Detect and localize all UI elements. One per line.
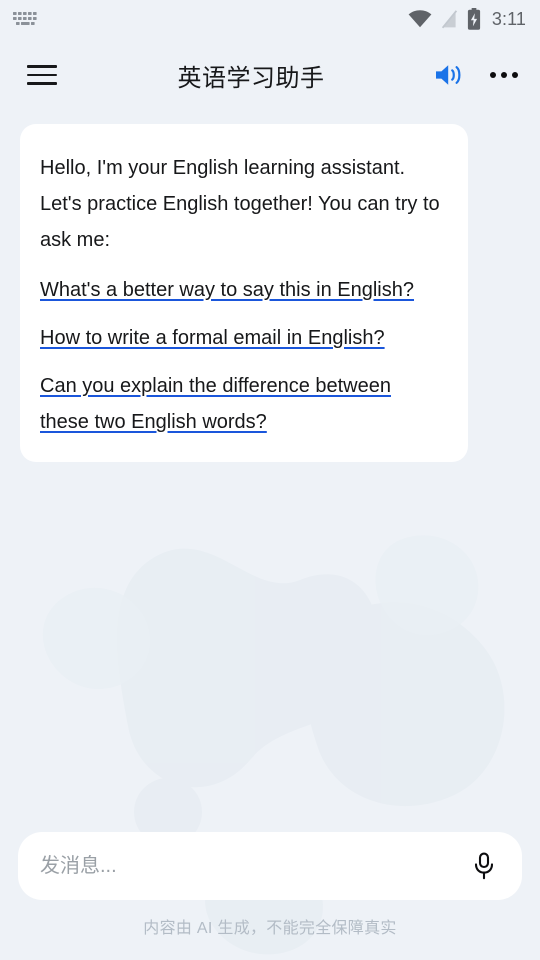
ai-disclaimer-text: 内容由 AI 生成，不能完全保障真实 — [143, 920, 397, 937]
more-dot — [490, 72, 496, 78]
status-bar-left — [12, 10, 38, 28]
message-input[interactable] — [40, 854, 464, 878]
signal-disabled-icon — [441, 9, 457, 28]
menu-line — [27, 65, 57, 68]
assistant-greeting-text: Hello, I'm your English learning assista… — [40, 157, 440, 251]
message-input-bar[interactable] — [18, 832, 522, 900]
message-composer: 内容由 AI 生成，不能完全保障真实 — [0, 832, 540, 960]
wifi-icon — [408, 10, 432, 28]
status-bar: 3:11 — [0, 0, 540, 38]
suggestion-prompt-3[interactable]: Can you explain the difference between t… — [40, 368, 444, 440]
menu-line — [27, 82, 57, 85]
status-bar-clock: 3:11 — [491, 8, 526, 29]
menu-line — [27, 73, 57, 77]
volume-on-icon[interactable] — [434, 62, 464, 88]
more-dot — [512, 72, 518, 78]
chat-message-list: Hello, I'm your English learning assista… — [0, 112, 540, 838]
suggestion-prompt-1[interactable]: What's a better way to say this in Engli… — [40, 272, 444, 308]
app-bar: 英语学习助手 — [0, 38, 540, 112]
status-bar-right: 3:11 — [408, 8, 526, 30]
page-title: 英语学习助手 — [177, 64, 325, 92]
app-bar-actions — [434, 62, 522, 88]
assistant-message-card: Hello, I'm your English learning assista… — [20, 124, 468, 462]
suggestion-prompt-2[interactable]: How to write a formal email in English? — [40, 320, 444, 356]
more-options-icon[interactable] — [490, 72, 518, 78]
microphone-icon[interactable] — [464, 846, 504, 886]
battery-charging-icon — [467, 8, 480, 30]
hamburger-menu-icon[interactable] — [22, 55, 62, 95]
more-dot — [501, 72, 507, 78]
keyboard-icon — [13, 12, 37, 25]
